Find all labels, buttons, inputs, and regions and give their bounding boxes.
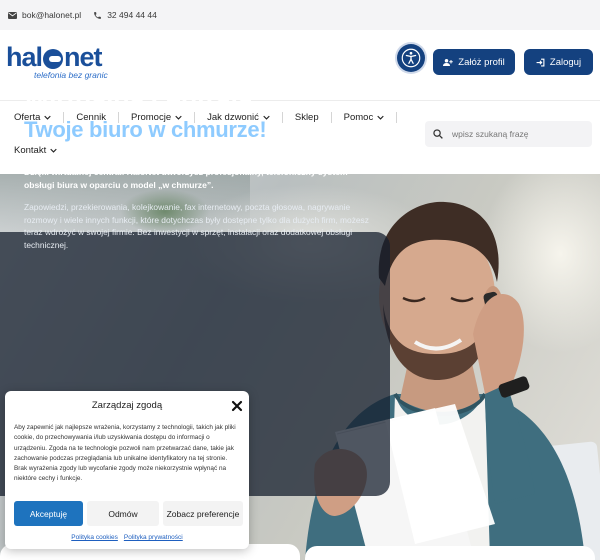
nav-item-sklep[interactable]: Sklep bbox=[295, 112, 319, 123]
search-icon bbox=[433, 129, 443, 139]
user-plus-icon bbox=[443, 58, 454, 66]
topbar: bok@halonet.pl 32 494 44 44 bbox=[0, 0, 600, 30]
accessibility-icon bbox=[401, 48, 421, 68]
content-card-right bbox=[305, 546, 595, 560]
sign-in-icon bbox=[536, 58, 545, 66]
phone-icon bbox=[94, 11, 102, 19]
cookie-preferences-button[interactable]: Zobacz preferencje bbox=[163, 501, 243, 526]
nav-row: Kontakt bbox=[14, 145, 57, 156]
create-profile-button[interactable]: Załóż profil bbox=[433, 49, 515, 75]
logo-text-part1: hal bbox=[6, 42, 43, 72]
logo-wordmark: hal net bbox=[6, 42, 103, 73]
logo-tagline: telefonia bez granic bbox=[34, 70, 108, 80]
accessibility-button[interactable] bbox=[397, 44, 425, 72]
topbar-phone[interactable]: 32 494 44 44 bbox=[93, 10, 157, 20]
search-input[interactable] bbox=[452, 129, 572, 139]
logo-o-icon bbox=[43, 48, 64, 69]
nav-divider bbox=[396, 112, 398, 123]
nav-item-pomoc[interactable]: Pomoc bbox=[344, 112, 385, 123]
cookie-policy-link[interactable]: Polityka cookies bbox=[71, 534, 118, 541]
nav-item-label: Pomoc bbox=[343, 112, 374, 123]
hero-subtitle: Twoje biuro w chmurze! bbox=[24, 117, 267, 142]
search-box[interactable] bbox=[425, 121, 592, 147]
hero-body-text: Zapowiedzi, przekierowania, kolejkowanie… bbox=[24, 202, 369, 250]
cookie-dialog-text: Aby zapewnić jak najlepsze wrażenia, kor… bbox=[14, 424, 236, 483]
nav-item-label: Sklep bbox=[294, 112, 319, 123]
cookie-dialog-title: Zarządzaj zgodą bbox=[91, 400, 163, 411]
cookie-consent-dialog: Zarządzaj zgodą Aby zapewnić jak najleps… bbox=[5, 391, 249, 549]
chevron-down-icon bbox=[377, 115, 384, 120]
topbar-email[interactable]: bok@halonet.pl bbox=[8, 10, 81, 20]
hero-lead-text: Dzięki wirtualnej centrali HaloNet utwor… bbox=[24, 167, 348, 190]
nav-divider bbox=[281, 112, 283, 123]
nav-divider bbox=[330, 112, 332, 123]
accept-cookies-button[interactable]: Akceptuję bbox=[14, 501, 83, 526]
topbar-email-text: bok@halonet.pl bbox=[22, 10, 82, 20]
logo-text-part2: net bbox=[64, 42, 102, 72]
privacy-policy-link[interactable]: Polityka prywatności bbox=[124, 534, 183, 541]
topbar-phone-text: 32 494 44 44 bbox=[107, 10, 157, 20]
hero-title: Wirtualna centrala. bbox=[24, 84, 260, 114]
chevron-down-icon bbox=[50, 148, 57, 153]
envelope-icon bbox=[8, 11, 17, 19]
deny-cookies-button[interactable]: Odmów bbox=[87, 501, 159, 526]
login-button[interactable]: Zaloguj bbox=[524, 49, 593, 75]
cookie-policy-links: Polityka cookies Polityka prywatności bbox=[5, 534, 249, 541]
create-profile-label: Załóż profil bbox=[458, 56, 505, 68]
login-label: Zaloguj bbox=[549, 56, 582, 68]
nav-item-label: Kontakt bbox=[14, 145, 47, 156]
nav-item-kontakt[interactable]: Kontakt bbox=[14, 145, 57, 156]
halonet-logo[interactable]: hal net telefonia bez granic bbox=[6, 42, 116, 84]
close-icon[interactable] bbox=[231, 400, 243, 412]
